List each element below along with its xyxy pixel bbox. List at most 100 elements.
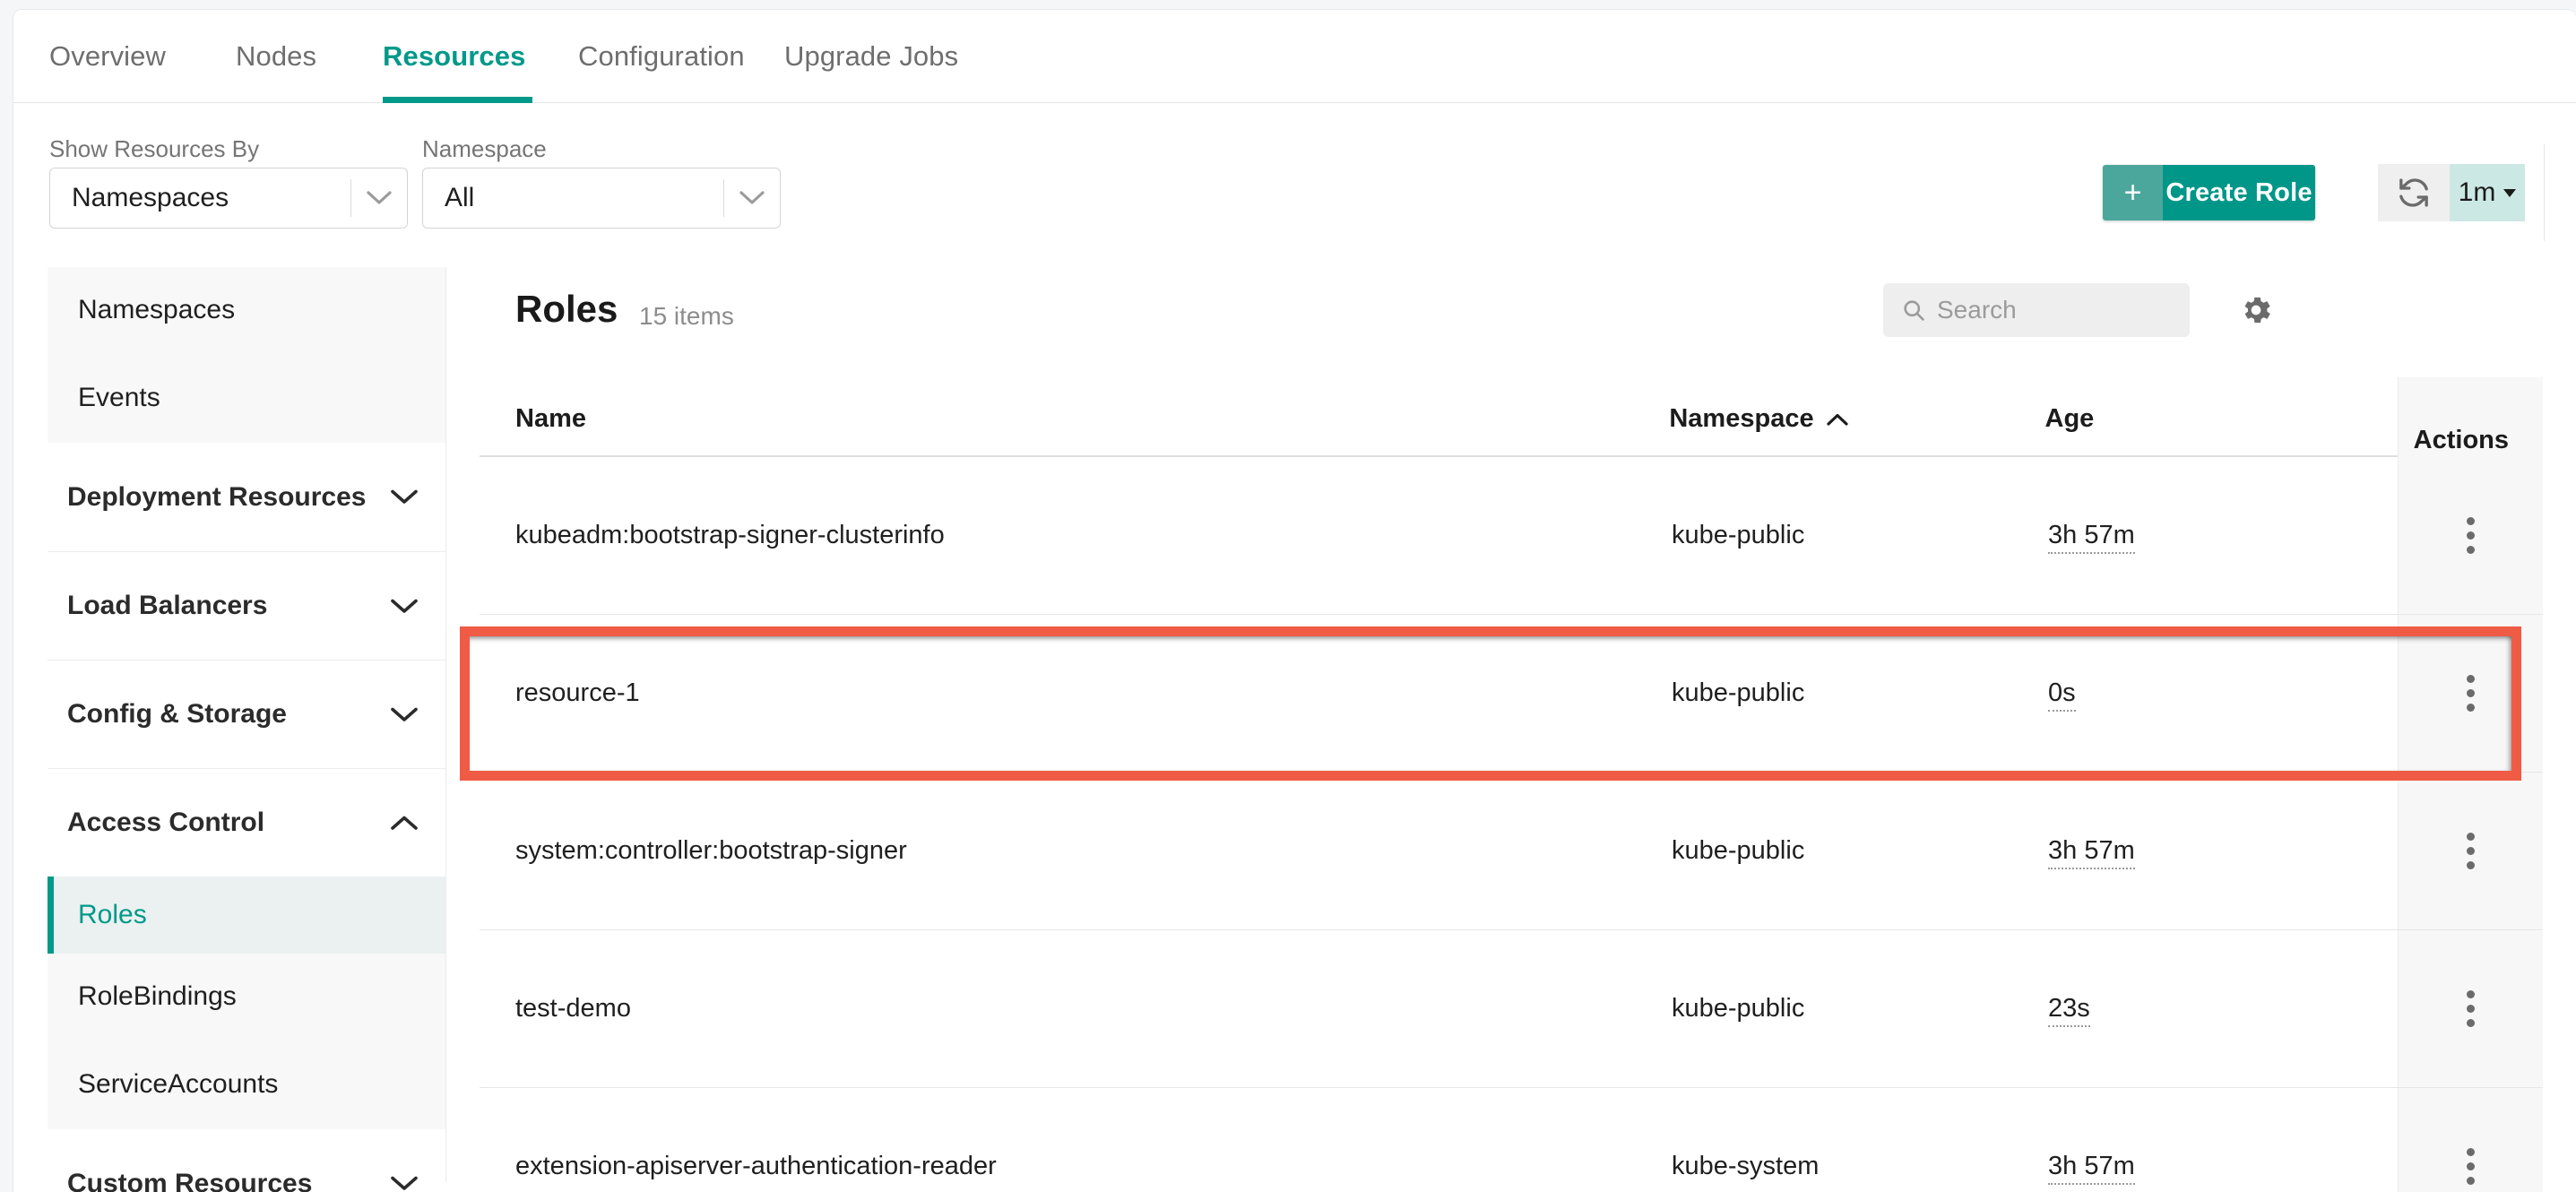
sidebar-section-label: Access Control bbox=[67, 808, 264, 838]
chevron-down-icon bbox=[390, 706, 419, 723]
sidebar-section-config-and-storage[interactable]: Config & Storage bbox=[48, 660, 445, 768]
chevron-down-icon[interactable] bbox=[351, 168, 407, 228]
role-namespace: kube-public bbox=[1672, 678, 1804, 707]
namespace-filter-label: Namespace bbox=[422, 135, 547, 163]
sidebar-item-label: Roles bbox=[78, 900, 147, 930]
tab-upgrade-jobs[interactable]: Upgrade Jobs bbox=[784, 10, 995, 103]
chevron-down-icon bbox=[390, 1175, 419, 1192]
tab-label: Overview bbox=[49, 40, 166, 73]
role-namespace: kube-public bbox=[1672, 521, 1804, 549]
sidebar-item-label: RoleBindings bbox=[78, 981, 237, 1012]
kebab-menu-icon[interactable] bbox=[2446, 1138, 2494, 1192]
tab-configuration[interactable]: Configuration bbox=[578, 10, 784, 103]
role-name[interactable]: test-demo bbox=[515, 994, 631, 1023]
chevron-down-icon bbox=[390, 598, 419, 615]
column-header-namespace[interactable]: Namespace bbox=[1669, 404, 1848, 434]
tab-overview[interactable]: Overview bbox=[49, 10, 188, 103]
active-tab-underline bbox=[383, 97, 532, 103]
show-resources-by-label: Show Resources By bbox=[49, 135, 259, 163]
chevron-down-icon[interactable] bbox=[724, 168, 780, 228]
sidebar-section-label: Deployment Resources bbox=[67, 482, 366, 513]
refresh-interval-value: 1m bbox=[2459, 177, 2496, 208]
table-row[interactable]: resource-1 kube-public 0s bbox=[480, 615, 2543, 773]
cell-namespace: kube-public bbox=[1672, 836, 2048, 866]
table-row[interactable]: test-demo kube-public 23s bbox=[480, 930, 2543, 1088]
role-namespace: kube-public bbox=[1672, 994, 1804, 1023]
gear-icon[interactable] bbox=[2233, 287, 2279, 333]
sidebar-section-label: Load Balancers bbox=[67, 591, 267, 621]
plus-icon[interactable]: + bbox=[2103, 165, 2163, 220]
kebab-menu-icon[interactable] bbox=[2446, 665, 2494, 722]
tab-resources[interactable]: Resources bbox=[383, 10, 532, 103]
table-row[interactable]: extension-apiserver-authentication-reade… bbox=[480, 1088, 2543, 1192]
kebab-menu-icon[interactable] bbox=[2446, 507, 2494, 565]
tab-nodes[interactable]: Nodes bbox=[236, 10, 334, 103]
sidebar-item-label: Events bbox=[78, 383, 160, 413]
roles-table: Name Namespace Age Actions bbox=[480, 377, 2543, 1192]
search-input[interactable] bbox=[1937, 296, 2152, 324]
tab-label: Configuration bbox=[578, 40, 745, 73]
search-icon bbox=[1901, 298, 1926, 323]
column-header-namespace-label: Namespace bbox=[1669, 404, 1813, 434]
table-row[interactable]: system:controller:bootstrap-signer kube-… bbox=[480, 773, 2543, 930]
show-resources-by-select[interactable]: Namespaces bbox=[49, 168, 408, 229]
cell-name: system:controller:bootstrap-signer bbox=[480, 836, 1672, 866]
sidebar-section-load-balancers[interactable]: Load Balancers bbox=[48, 551, 445, 660]
refresh-controls: 1m bbox=[2378, 164, 2525, 221]
role-age: 23s bbox=[2048, 994, 2090, 1027]
table-row[interactable]: kubeadm:bootstrap-signer-clusterinfo kub… bbox=[480, 457, 2543, 615]
cell-namespace: kube-public bbox=[1672, 994, 2048, 1024]
sidebar-section-label: Config & Storage bbox=[67, 699, 287, 730]
caret-down-icon bbox=[2503, 189, 2516, 197]
cell-namespace: kube-public bbox=[1672, 521, 2048, 550]
search-box[interactable] bbox=[1883, 283, 2190, 337]
sidebar-divider bbox=[445, 267, 446, 1182]
create-role-label[interactable]: Create Role bbox=[2163, 165, 2315, 220]
show-resources-by-value: Namespaces bbox=[50, 183, 350, 213]
role-age: 3h 57m bbox=[2048, 1152, 2135, 1185]
sidebar-item-rolebindings[interactable]: RoleBindings bbox=[48, 954, 445, 1040]
sidebar-section-custom-resources[interactable]: Custom Resources bbox=[48, 1129, 445, 1192]
cell-namespace: kube-public bbox=[1672, 678, 2048, 708]
sidebar-item-namespaces[interactable]: Namespaces bbox=[48, 267, 445, 353]
create-role-button[interactable]: + Create Role bbox=[2103, 165, 2315, 220]
namespace-select[interactable]: All bbox=[422, 168, 781, 229]
role-age: 3h 57m bbox=[2048, 521, 2135, 554]
sidebar-section-access-control[interactable]: Access Control bbox=[48, 768, 445, 877]
role-age: 3h 57m bbox=[2048, 836, 2135, 869]
sidebar-item-label: Namespaces bbox=[78, 295, 235, 325]
cell-age: 3h 57m bbox=[2048, 836, 2417, 866]
cell-age: 3h 57m bbox=[2048, 1152, 2417, 1181]
tab-label: Nodes bbox=[236, 40, 316, 73]
cell-age: 3h 57m bbox=[2048, 521, 2417, 550]
cell-age: 0s bbox=[2048, 678, 2417, 708]
chevron-up-icon bbox=[390, 815, 419, 832]
page-card: Overview Nodes Resources Configuration Upgra… bbox=[13, 9, 2576, 1192]
role-age: 0s bbox=[2048, 678, 2076, 712]
namespace-select-value: All bbox=[423, 183, 723, 213]
refresh-interval-dropdown[interactable]: 1m bbox=[2450, 164, 2525, 221]
role-name[interactable]: resource-1 bbox=[515, 678, 640, 707]
role-name[interactable]: extension-apiserver-authentication-reade… bbox=[515, 1152, 997, 1180]
role-name[interactable]: system:controller:bootstrap-signer bbox=[515, 836, 907, 865]
sidebar-item-events[interactable]: Events bbox=[48, 353, 445, 443]
header-cell-age: Age bbox=[2045, 404, 2414, 455]
cell-namespace: kube-system bbox=[1672, 1152, 2048, 1181]
cell-name: extension-apiserver-authentication-reade… bbox=[480, 1152, 1672, 1181]
sidebar-item-roles[interactable]: Roles bbox=[48, 877, 445, 954]
kebab-menu-icon[interactable] bbox=[2446, 980, 2494, 1038]
sidebar-section-label: Custom Resources bbox=[67, 1169, 312, 1192]
sidebar-section-deployment-resources[interactable]: Deployment Resources bbox=[48, 443, 445, 551]
column-header-age[interactable]: Age bbox=[2045, 404, 2095, 434]
kebab-menu-icon[interactable] bbox=[2446, 823, 2494, 880]
sidebar-item-serviceaccounts[interactable]: ServiceAccounts bbox=[48, 1040, 445, 1129]
access-control-items: Roles RoleBindings ServiceAccounts bbox=[48, 877, 445, 1129]
tab-label: Resources bbox=[383, 40, 525, 73]
column-header-name[interactable]: Name bbox=[515, 404, 586, 434]
role-name[interactable]: kubeadm:bootstrap-signer-clusterinfo bbox=[515, 521, 945, 549]
refresh-icon[interactable] bbox=[2378, 164, 2450, 221]
primary-tab-bar: Overview Nodes Resources Configuration Upgra… bbox=[13, 10, 2576, 103]
toolbar-divider bbox=[2544, 144, 2545, 241]
cell-age: 23s bbox=[2048, 994, 2417, 1024]
cell-name: resource-1 bbox=[480, 678, 1672, 708]
